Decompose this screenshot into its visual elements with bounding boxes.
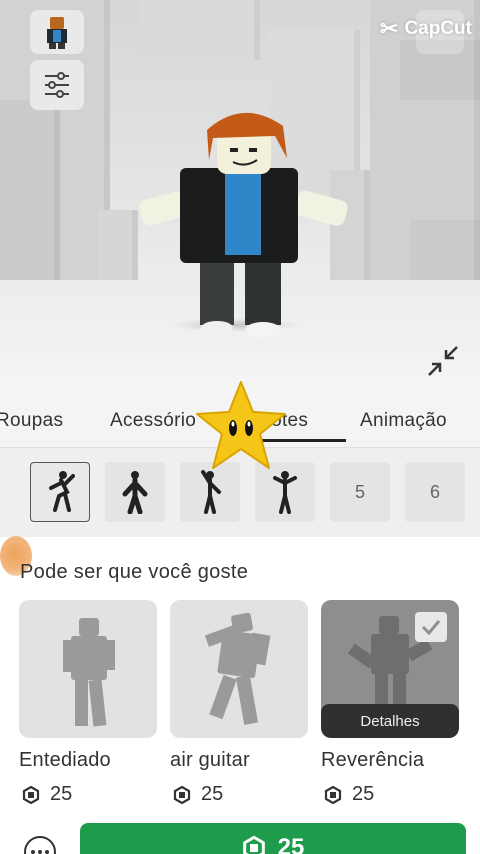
item-price-reverencia: 25 — [324, 783, 374, 806]
avatar-eye — [230, 148, 238, 152]
more-options-button[interactable] — [24, 836, 56, 854]
emote-slot-6[interactable]: 6 — [405, 462, 465, 522]
emote-card-reverencia[interactable]: Detalhes — [321, 600, 459, 738]
robux-icon — [324, 785, 342, 804]
tab-animacao[interactable]: Animação — [360, 410, 447, 432]
avatar-shirt — [225, 170, 261, 255]
avatar-eye — [249, 148, 257, 152]
details-button[interactable]: Detalhes — [321, 704, 459, 738]
capcut-watermark-text: CapCut — [404, 18, 472, 39]
emote-slot-2[interactable] — [105, 462, 165, 522]
price-value: 25 — [352, 783, 375, 805]
emote-card-air-guitar[interactable] — [170, 600, 308, 738]
emote-pose-3-icon — [201, 470, 221, 514]
minimize-arrows-icon[interactable] — [426, 344, 460, 378]
avatar-arm-right — [294, 190, 348, 226]
item-name-reverencia[interactable]: Reverência — [321, 749, 424, 772]
avatar-character — [139, 112, 348, 338]
emote-card-entediado[interactable] — [19, 600, 157, 738]
avatar-shoe-left — [201, 321, 233, 335]
emote-pose-2-icon — [122, 471, 148, 514]
item-name-air-guitar[interactable]: air guitar — [170, 749, 250, 772]
buy-button[interactable]: 25 — [80, 823, 466, 854]
item-price-entediado: 25 — [22, 783, 72, 806]
filter-button[interactable] — [30, 60, 84, 110]
robux-icon — [242, 836, 265, 854]
sliders-icon — [45, 72, 69, 98]
background-block — [140, 0, 260, 60]
robux-icon — [173, 785, 191, 804]
item-price-air-guitar: 25 — [173, 783, 223, 806]
emote-slot-5[interactable]: 5 — [330, 462, 390, 522]
owned-check-icon — [415, 612, 447, 642]
avatar-shoe-right — [245, 322, 281, 338]
price-value: 25 — [50, 783, 73, 805]
emote-pose-4-icon — [273, 471, 297, 514]
capcut-logo-icon: ✂ — [380, 16, 399, 41]
background-block — [0, 100, 60, 290]
suggestions-title: Pode ser que você goste — [20, 561, 249, 583]
emote-silhouette-bored-icon — [63, 618, 115, 727]
emote-pose-1-icon — [49, 471, 75, 512]
emote-silhouette-air-guitar-icon — [204, 612, 271, 725]
avatar-thumbnail-icon — [47, 17, 67, 49]
tab-roupas[interactable]: Roupas — [0, 410, 63, 432]
robux-icon — [22, 785, 40, 804]
avatar-preview-stage[interactable]: ✂ CapCut — [0, 0, 480, 395]
avatar-thumbnail-button[interactable] — [30, 10, 84, 54]
buy-price: 25 — [277, 834, 305, 854]
star-sticker-icon — [196, 381, 286, 469]
capcut-watermark: ✂ CapCut — [380, 18, 472, 40]
price-value: 25 — [201, 783, 224, 805]
more-options-icon — [31, 850, 35, 854]
emote-slot-1[interactable] — [30, 462, 90, 522]
item-name-entediado[interactable]: Entediado — [19, 749, 111, 772]
tab-acessorios[interactable]: Acessório — [110, 410, 196, 432]
